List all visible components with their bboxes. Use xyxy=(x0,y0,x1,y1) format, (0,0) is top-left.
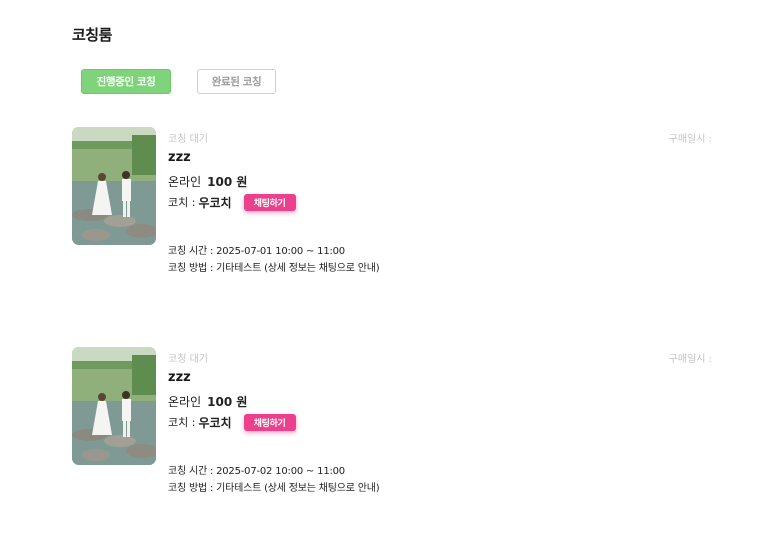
tab-in-progress-coaching[interactable]: 진행중인 코칭 xyxy=(81,69,171,94)
chat-button[interactable]: 채팅하기 xyxy=(243,193,296,211)
coach-row: 코치 : 우코치 채팅하기 xyxy=(168,193,296,211)
coach-product-image[interactable] xyxy=(72,127,156,245)
coaching-session-card: 코칭 대기 구매일시 : zzz 온라인 100 원 코치 : 우코치 채팅하기 … xyxy=(72,127,722,277)
wedding-photo-image xyxy=(72,127,156,245)
coaching-session-card: 코칭 대기 구매일시 : zzz 온라인 100 원 코치 : 우코치 채팅하기 … xyxy=(72,347,722,497)
coaching-method: 코칭 방법 : 기타테스트 (상세 정보는 채팅으로 안내) xyxy=(168,483,380,494)
coaching-time: 코칭 시간 : 2025-07-02 10:00 ~ 11:00 xyxy=(168,466,345,477)
coaching-room-page: 코칭룸 진행중인 코칭 완료된 코칭 코칭 대기 구매일시: zzz 온라인 … xyxy=(0,0,760,540)
purchase-date: 구매일시 : xyxy=(668,354,712,365)
product-name: zzz xyxy=(168,150,191,165)
price-row: 온라인 100 원 xyxy=(168,393,247,410)
coach-product-image[interactable] xyxy=(72,347,156,465)
price: 100 원 xyxy=(207,395,248,409)
wedding-photo-image xyxy=(72,347,156,465)
coaching-time: 코칭 시간 : 2025-07-01 10:00 ~ 11:00 xyxy=(168,246,345,257)
purchase-date: 구매일시 : xyxy=(668,134,712,145)
session-type: 온라인 xyxy=(168,395,202,409)
coach-row: 코치 : 우코치 채팅하기 xyxy=(168,413,296,431)
price: 100 원 xyxy=(207,175,248,189)
coach-label: 코치 : xyxy=(168,416,196,429)
session-type: 온라인 xyxy=(168,175,202,189)
product-name: zzz xyxy=(168,370,191,385)
price-row: 온라인 100 원 xyxy=(168,173,247,190)
session-status: 코칭 대기 xyxy=(168,134,208,145)
coach-name: 우코치 xyxy=(198,195,232,210)
chat-button[interactable]: 채팅하기 xyxy=(243,413,296,431)
coach-name: 우코치 xyxy=(198,415,232,430)
page-title: 코칭룸 xyxy=(72,26,112,44)
tab-completed-coaching[interactable]: 완료된 코칭 xyxy=(197,69,276,94)
session-status: 코칭 대기 xyxy=(168,354,208,365)
coach-label: 코치 : xyxy=(168,196,196,209)
coaching-method: 코칭 방법 : 기타테스트 (상세 정보는 채팅으로 안내) xyxy=(168,263,380,274)
